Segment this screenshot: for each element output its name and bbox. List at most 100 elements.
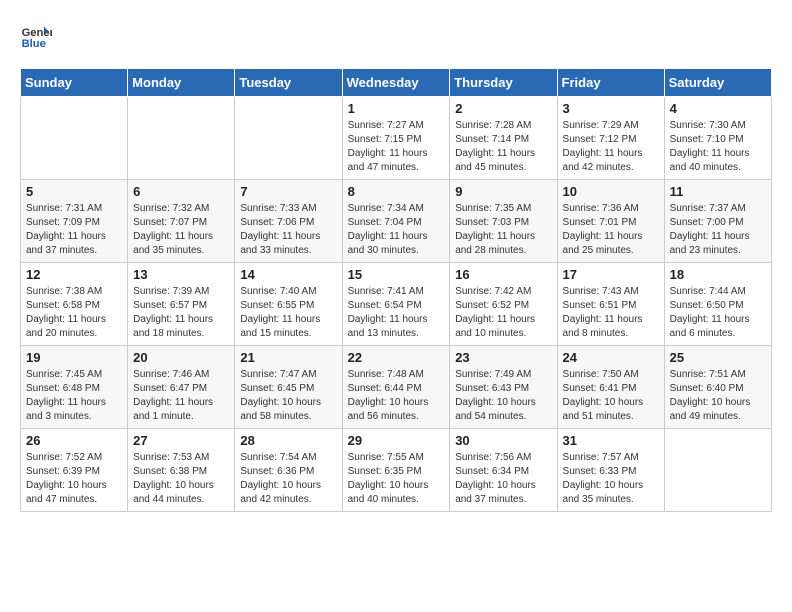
day-info: Sunrise: 7:53 AM Sunset: 6:38 PM Dayligh… [133, 451, 229, 507]
calendar-cell: 29 Sunrise: 7:55 AM Sunset: 6:35 PM Dayli… [342, 429, 450, 512]
day-number: 11 [670, 184, 766, 199]
svg-text:General: General [22, 27, 52, 39]
day-header-saturday: Saturday [664, 69, 771, 97]
day-info: Sunrise: 7:42 AM Sunset: 6:52 PM Dayligh… [455, 285, 551, 341]
calendar-cell: 26Sunrise: 7:52 AM Sunset: 6:39 PM Dayli… [21, 429, 128, 512]
calendar-cell: 2 Sunrise: 7:28 AM Sunset: 7:14 PM Daylig… [450, 97, 557, 180]
calendar-cell: 5 Sunrise: 7:31 AM Sunset: 7:09 PM Daylig… [21, 180, 128, 263]
day-info: Sunrise: 7:36 AM Sunset: 7:01 PM Dayligh… [563, 202, 659, 258]
day-number: 25 [670, 350, 766, 365]
calendar-cell: 11 Sunrise: 7:37 AM Sunset: 7:00 PM Dayli… [664, 180, 771, 263]
day-header-wednesday: Wednesday [342, 69, 450, 97]
calendar-cell: 18Sunrise: 7:44 AM Sunset: 6:50 PM Dayli… [664, 263, 771, 346]
calendar-cell [128, 97, 235, 180]
calendar-cell [21, 97, 128, 180]
day-info: Sunrise: 7:41 AM Sunset: 6:54 PM Dayligh… [348, 285, 445, 341]
day-number: 10 [563, 184, 659, 199]
calendar-cell: 7Sunrise: 7:33 AM Sunset: 7:06 PM Daylig… [235, 180, 342, 263]
day-number: 30 [455, 433, 551, 448]
day-info: Sunrise: 7:28 AM Sunset: 7:14 PM Dayligh… [455, 119, 551, 175]
logo: General Blue [20, 20, 56, 52]
day-header-friday: Friday [557, 69, 664, 97]
calendar-cell: 17 Sunrise: 7:43 AM Sunset: 6:51 PM Dayli… [557, 263, 664, 346]
day-info: Sunrise: 7:27 AM Sunset: 7:15 PM Dayligh… [348, 119, 445, 175]
day-info: Sunrise: 7:34 AM Sunset: 7:04 PM Dayligh… [348, 202, 445, 258]
day-info: Sunrise: 7:44 AM Sunset: 6:50 PM Dayligh… [670, 285, 766, 341]
day-number: 13 [133, 267, 229, 282]
week-row-4: 26Sunrise: 7:52 AM Sunset: 6:39 PM Dayli… [21, 429, 772, 512]
calendar-cell: 16 Sunrise: 7:42 AM Sunset: 6:52 PM Dayli… [450, 263, 557, 346]
day-info: Sunrise: 7:32 AM Sunset: 7:07 PM Dayligh… [133, 202, 229, 258]
day-number: 12 [26, 267, 122, 282]
day-number: 16 [455, 267, 551, 282]
calendar-cell: 27 Sunrise: 7:53 AM Sunset: 6:38 PM Dayli… [128, 429, 235, 512]
calendar-cell: 24 Sunrise: 7:50 AM Sunset: 6:41 PM Dayli… [557, 346, 664, 429]
day-info: Sunrise: 7:56 AM Sunset: 6:34 PM Dayligh… [455, 451, 551, 507]
day-number: 23 [455, 350, 551, 365]
calendar-cell: 31 Sunrise: 7:57 AM Sunset: 6:33 PM Dayli… [557, 429, 664, 512]
day-number: 9 [455, 184, 551, 199]
day-number: 15 [348, 267, 445, 282]
calendar-cell: 20 Sunrise: 7:46 AM Sunset: 6:47 PM Dayli… [128, 346, 235, 429]
day-number: 1 [348, 101, 445, 116]
day-info: Sunrise: 7:48 AM Sunset: 6:44 PM Dayligh… [348, 368, 445, 424]
calendar-cell: 28 Sunrise: 7:54 AM Sunset: 6:36 PM Dayli… [235, 429, 342, 512]
day-number: 8 [348, 184, 445, 199]
calendar-cell [664, 429, 771, 512]
day-info: Sunrise: 7:49 AM Sunset: 6:43 PM Dayligh… [455, 368, 551, 424]
day-info: Sunrise: 7:46 AM Sunset: 6:47 PM Dayligh… [133, 368, 229, 424]
day-info: Sunrise: 7:31 AM Sunset: 7:09 PM Dayligh… [26, 202, 122, 258]
day-info: Sunrise: 7:54 AM Sunset: 6:36 PM Dayligh… [240, 451, 336, 507]
day-number: 24 [563, 350, 659, 365]
day-info: Sunrise: 7:30 AM Sunset: 7:10 PM Dayligh… [670, 119, 766, 175]
day-info: Sunrise: 7:43 AM Sunset: 6:51 PM Dayligh… [563, 285, 659, 341]
calendar-cell: 19Sunrise: 7:45 AM Sunset: 6:48 PM Dayli… [21, 346, 128, 429]
day-number: 7 [240, 184, 336, 199]
day-header-sunday: Sunday [21, 69, 128, 97]
calendar-cell: 22 Sunrise: 7:48 AM Sunset: 6:44 PM Dayli… [342, 346, 450, 429]
day-info: Sunrise: 7:37 AM Sunset: 7:00 PM Dayligh… [670, 202, 766, 258]
day-number: 21 [240, 350, 336, 365]
week-row-3: 19Sunrise: 7:45 AM Sunset: 6:48 PM Dayli… [21, 346, 772, 429]
day-number: 2 [455, 101, 551, 116]
day-number: 27 [133, 433, 229, 448]
calendar-cell: 9 Sunrise: 7:35 AM Sunset: 7:03 PM Daylig… [450, 180, 557, 263]
day-info: Sunrise: 7:52 AM Sunset: 6:39 PM Dayligh… [26, 451, 122, 507]
day-info: Sunrise: 7:38 AM Sunset: 6:58 PM Dayligh… [26, 285, 122, 341]
day-header-tuesday: Tuesday [235, 69, 342, 97]
day-info: Sunrise: 7:40 AM Sunset: 6:55 PM Dayligh… [240, 285, 336, 341]
day-info: Sunrise: 7:39 AM Sunset: 6:57 PM Dayligh… [133, 285, 229, 341]
day-info: Sunrise: 7:47 AM Sunset: 6:45 PM Dayligh… [240, 368, 336, 424]
day-number: 4 [670, 101, 766, 116]
day-header-monday: Monday [128, 69, 235, 97]
day-number: 20 [133, 350, 229, 365]
calendar-cell: 3 Sunrise: 7:29 AM Sunset: 7:12 PM Daylig… [557, 97, 664, 180]
calendar-cell: 14Sunrise: 7:40 AM Sunset: 6:55 PM Dayli… [235, 263, 342, 346]
day-info: Sunrise: 7:29 AM Sunset: 7:12 PM Dayligh… [563, 119, 659, 175]
header: General Blue [20, 20, 772, 52]
week-row-1: 5 Sunrise: 7:31 AM Sunset: 7:09 PM Daylig… [21, 180, 772, 263]
calendar-cell: 21 Sunrise: 7:47 AM Sunset: 6:45 PM Dayli… [235, 346, 342, 429]
day-info: Sunrise: 7:50 AM Sunset: 6:41 PM Dayligh… [563, 368, 659, 424]
calendar-cell: 6 Sunrise: 7:32 AM Sunset: 7:07 PM Daylig… [128, 180, 235, 263]
day-number: 6 [133, 184, 229, 199]
calendar-cell: 12 Sunrise: 7:38 AM Sunset: 6:58 PM Dayli… [21, 263, 128, 346]
day-number: 3 [563, 101, 659, 116]
day-number: 31 [563, 433, 659, 448]
day-number: 29 [348, 433, 445, 448]
calendar-table: SundayMondayTuesdayWednesdayThursdayFrid… [20, 68, 772, 512]
calendar-cell: 10 Sunrise: 7:36 AM Sunset: 7:01 PM Dayli… [557, 180, 664, 263]
logo-icon: General Blue [20, 20, 52, 52]
day-number: 22 [348, 350, 445, 365]
day-info: Sunrise: 7:35 AM Sunset: 7:03 PM Dayligh… [455, 202, 551, 258]
day-number: 28 [240, 433, 336, 448]
day-info: Sunrise: 7:55 AM Sunset: 6:35 PM Dayligh… [348, 451, 445, 507]
day-number: 17 [563, 267, 659, 282]
calendar-cell: 15 Sunrise: 7:41 AM Sunset: 6:54 PM Dayli… [342, 263, 450, 346]
day-number: 5 [26, 184, 122, 199]
calendar-cell: 30 Sunrise: 7:56 AM Sunset: 6:34 PM Dayli… [450, 429, 557, 512]
calendar-cell: 8 Sunrise: 7:34 AM Sunset: 7:04 PM Daylig… [342, 180, 450, 263]
day-info: Sunrise: 7:57 AM Sunset: 6:33 PM Dayligh… [563, 451, 659, 507]
week-row-0: 1 Sunrise: 7:27 AM Sunset: 7:15 PM Daylig… [21, 97, 772, 180]
calendar-cell: 1 Sunrise: 7:27 AM Sunset: 7:15 PM Daylig… [342, 97, 450, 180]
